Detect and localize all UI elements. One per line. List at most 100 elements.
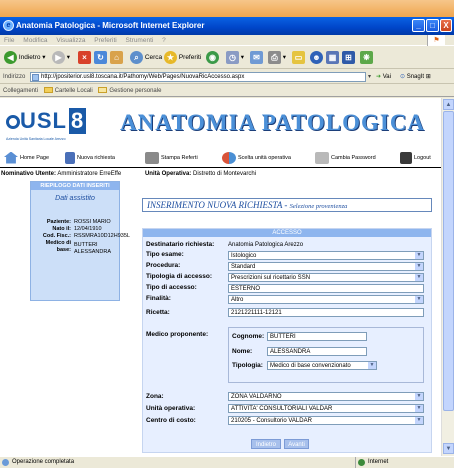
print-icon: ⎙ xyxy=(268,50,281,64)
page-icon xyxy=(32,74,39,81)
title-bar: e Anatomia Patologica - Microsoft Intern… xyxy=(0,17,454,35)
menu-strumenti[interactable]: Strumenti xyxy=(126,37,154,44)
dest-value: Anatomia Patologica Arezzo xyxy=(228,242,304,248)
address-dropdown-icon[interactable]: ▾ xyxy=(368,70,371,84)
menu-cambia-password[interactable]: Cambia Password xyxy=(315,150,376,166)
ie-icon: e xyxy=(3,20,14,31)
menu-modifica[interactable]: Modifica xyxy=(23,37,47,44)
close-button[interactable]: X xyxy=(440,19,452,32)
edit-button[interactable]: ▭ xyxy=(292,50,305,66)
menu-visualizza[interactable]: Visualizza xyxy=(56,37,85,44)
forward-arrow-icon: ▶ xyxy=(52,50,65,64)
dropdown-arrow-icon: ▼ xyxy=(415,417,423,424)
scroll-thumb[interactable] xyxy=(443,111,454,411)
home-button[interactable]: ⌂ xyxy=(110,50,123,66)
scroll-up-icon[interactable]: ▲ xyxy=(443,99,454,110)
back-button[interactable]: ◀ Indietro ▾ xyxy=(4,50,46,66)
tipologia-label: Tipologia di accesso: xyxy=(146,273,212,280)
address-label: Indirizzo xyxy=(3,74,26,80)
medico-box: Cognome: BUTTERI Nome: ALESSANDRA Tipolo… xyxy=(228,327,424,383)
tools-button[interactable]: ❋ xyxy=(360,50,373,66)
dropdown-arrow-icon: ▼ xyxy=(415,263,423,270)
menu-nuova-richiesta[interactable]: Nuova richiesta xyxy=(65,150,115,166)
media-button[interactable]: ◉ xyxy=(206,50,219,66)
ricetta-field[interactable]: 2121221111-12121 xyxy=(228,308,424,317)
address-input[interactable]: http://jpositerior.usl8.toscana.it/Patho… xyxy=(30,72,366,82)
unita-select[interactable]: ATTIVITA' CONSULTORIALI VALDAR ▼ xyxy=(228,404,424,413)
tipo-accesso-field[interactable]: ESTERNO xyxy=(228,284,424,293)
browser-toolbar: ◀ Indietro ▾ ▶ ▾ × ↻ ⌂ ⌕ Cerca ★ Preferi… xyxy=(0,47,454,69)
minimize-button[interactable]: _ xyxy=(412,19,425,32)
tipologia-medico-select[interactable]: Medico di base convenzionato ▼ xyxy=(267,361,377,370)
discuss-button[interactable]: ⊞ xyxy=(342,50,355,66)
access-form: ACCESSO Destinatario richiesta: Anatomia… xyxy=(142,228,432,453)
menu-scelta-unita[interactable]: Scelta unità operativa xyxy=(222,150,291,166)
refresh-icon: ↻ xyxy=(94,50,107,64)
address-bar: Indirizzo http://jpositerior.usl8.toscan… xyxy=(0,70,454,84)
centro-select[interactable]: 210205 - Consultorio VALDAR ▼ xyxy=(228,416,424,425)
dropdown-arrow-icon: ▼ xyxy=(415,296,423,303)
form-section-header: ACCESSO xyxy=(143,229,431,237)
notebook-icon xyxy=(65,151,75,164)
menu-file[interactable]: File xyxy=(4,37,14,44)
app-title: ANATOMIA PATOLOGICA xyxy=(120,110,426,135)
maximize-button[interactable]: □ xyxy=(426,19,439,32)
menu-preferiti[interactable]: Preferiti xyxy=(94,37,116,44)
cognome-field[interactable]: BUTTERI xyxy=(267,332,367,341)
logout-door-icon xyxy=(400,151,412,164)
messenger-button[interactable]: ☻ xyxy=(310,50,323,66)
search-button[interactable]: ⌕ Cerca xyxy=(130,50,162,66)
nome-field[interactable]: ALESSANDRA xyxy=(267,347,367,356)
link-gestione-personale[interactable]: Gestione personale xyxy=(94,87,161,94)
status-bar: Operazione completata Internet xyxy=(0,456,454,468)
tipologia-select[interactable]: Prescrizioni sul ricettario SSN ▼ xyxy=(228,273,424,282)
refresh-button[interactable]: ↻ xyxy=(94,50,107,66)
snagit-icon: ⊙ xyxy=(400,74,406,80)
print-button[interactable]: ⎙ ▾ xyxy=(268,50,286,66)
usl8-logo: USL 8 xyxy=(6,108,87,134)
media-icon: ◉ xyxy=(206,50,219,64)
messenger-icon: ☻ xyxy=(310,50,323,64)
back-arrow-icon: ◀ xyxy=(4,50,17,64)
back-form-button[interactable]: Indietro xyxy=(251,439,281,449)
finalita-select[interactable]: Altro ▼ xyxy=(228,295,424,304)
go-button[interactable]: ➜ Vai xyxy=(376,70,391,84)
forward-button[interactable]: ▶ ▾ xyxy=(52,50,70,66)
key-icon xyxy=(315,151,329,164)
snagit-button[interactable]: ⊙ SnagIt ⊞ xyxy=(400,70,431,84)
links-bar: Collegamenti Cartelle Locali Gestione pe… xyxy=(0,85,454,97)
stop-button[interactable]: × xyxy=(78,50,91,66)
link-cartelle-locali[interactable]: Cartelle Locali xyxy=(40,87,95,94)
history-button[interactable]: ◷ ▾ xyxy=(226,50,244,66)
zona-label: Zona: xyxy=(146,393,164,400)
user-value: Amministratore ErreEffe xyxy=(57,171,122,177)
research-button[interactable]: ▦ xyxy=(326,50,339,66)
go-arrow-icon: ➜ xyxy=(376,74,382,80)
finalita-label: Finalità: xyxy=(146,295,171,302)
home-icon: ⌂ xyxy=(110,50,123,64)
page-content: USL 8 Azienda Unità Sanitaria Locale Arez… xyxy=(0,98,441,456)
browser-window: e Anatomia Patologica - Microsoft Intern… xyxy=(0,17,454,468)
vertical-scrollbar[interactable]: ▲ ▼ xyxy=(441,98,454,456)
next-button[interactable]: Avanti xyxy=(284,439,309,449)
scroll-down-icon[interactable]: ▼ xyxy=(443,443,454,454)
folder-icon: ▭ xyxy=(292,50,305,64)
logo-subtitle: Azienda Unità Sanitaria Locale Arezzo xyxy=(6,137,66,141)
favorites-button[interactable]: ★ Preferiti xyxy=(164,50,201,66)
internet-globe-icon xyxy=(358,459,365,466)
mail-button[interactable]: ✉ xyxy=(250,50,263,66)
history-icon: ◷ xyxy=(226,50,239,64)
tipo-esame-select[interactable]: Istologico ▼ xyxy=(228,251,424,260)
dropdown-arrow-icon: ▼ xyxy=(415,274,423,281)
procedura-select[interactable]: Standard ▼ xyxy=(228,262,424,271)
page-icon xyxy=(98,87,108,94)
menu-stampa-referti[interactable]: Stampa Referti xyxy=(145,150,198,166)
procedura-label: Procedura: xyxy=(146,262,181,269)
dest-label: Destinatario richiesta: xyxy=(146,241,215,248)
menu-help[interactable]: ? xyxy=(162,37,166,44)
user-info: Nominativo Utente: Amministratore ErreEf… xyxy=(0,170,441,178)
menu-logout[interactable]: Logout xyxy=(400,150,431,166)
menu-home-page[interactable]: Home Page xyxy=(4,150,49,166)
zona-select[interactable]: ZONA VALDARNO ▼ xyxy=(228,392,424,401)
ricetta-label: Ricetta: xyxy=(146,309,170,316)
